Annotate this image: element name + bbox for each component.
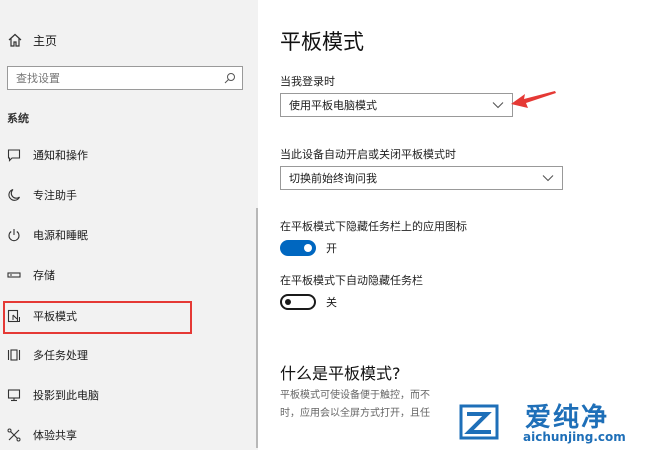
signin-dropdown[interactable]: 使用平板电脑模式 bbox=[280, 93, 513, 117]
sidebar-item-shared-experiences[interactable]: 体验共享 bbox=[7, 425, 77, 445]
sidebar-item-label: 电源和睡眠 bbox=[33, 229, 88, 242]
sidebar-item-notifications[interactable]: 通知和操作 bbox=[7, 145, 88, 165]
moon-icon bbox=[8, 188, 21, 201]
toggle-switch-off[interactable] bbox=[280, 294, 316, 310]
search-icon bbox=[224, 73, 235, 84]
shared-experiences-icon bbox=[7, 428, 21, 442]
sidebar-item-label: 多任务处理 bbox=[33, 349, 88, 362]
signin-value: 使用平板电脑模式 bbox=[289, 99, 377, 112]
red-arrow-annotation bbox=[511, 91, 556, 108]
page-title: 平板模式 bbox=[280, 30, 364, 54]
main-content: 平板模式 当我登录时 使用平板电脑模式 当此设备自动开启或关闭平板模式时 切换前… bbox=[258, 0, 650, 450]
project-icon bbox=[7, 389, 21, 402]
watermark-logo-icon bbox=[459, 404, 499, 440]
storage-icon bbox=[7, 272, 21, 278]
sidebar-item-label: 体验共享 bbox=[33, 429, 77, 442]
autoswitch-label: 当此设备自动开启或关闭平板模式时 bbox=[280, 148, 456, 161]
description-line: 平板模式可使设备便于触控，而不 bbox=[280, 390, 430, 401]
sidebar-item-label: 投影到此电脑 bbox=[33, 389, 99, 402]
sidebar-item-multitasking[interactable]: 多任务处理 bbox=[7, 345, 88, 365]
description-line: 时，应用会以全屏方式打开，且任 bbox=[280, 408, 430, 419]
what-is-heading: 什么是平板模式? bbox=[280, 364, 401, 383]
home-label: 主页 bbox=[33, 33, 58, 48]
toggle-switch-on[interactable] bbox=[280, 240, 316, 256]
chevron-down-icon bbox=[492, 102, 504, 109]
multitasking-icon bbox=[7, 349, 21, 361]
power-icon bbox=[8, 229, 20, 242]
autoswitch-value: 切换前始终询问我 bbox=[289, 172, 377, 185]
sidebar-item-label: 通知和操作 bbox=[33, 149, 88, 162]
signin-label: 当我登录时 bbox=[280, 75, 335, 88]
search-input[interactable] bbox=[14, 70, 224, 86]
notification-icon bbox=[7, 149, 21, 162]
watermark-url: aichunjing.com bbox=[523, 430, 626, 444]
home-icon bbox=[8, 33, 22, 47]
search-box[interactable] bbox=[7, 66, 243, 90]
chevron-down-icon bbox=[542, 175, 554, 182]
hide-icons-label: 在平板模式下隐藏任务栏上的应用图标 bbox=[280, 220, 467, 233]
autohide-state: 关 bbox=[326, 296, 337, 309]
watermark: 爱纯净 aichunjing.com bbox=[453, 397, 650, 450]
nav-home[interactable]: 主页 bbox=[7, 30, 57, 50]
sidebar: 主页 系统 通知和操作 专注助手 电源和睡眠 存储 平板模式 多任务处理 投影到… bbox=[0, 0, 258, 450]
autohide-toggle[interactable]: 关 bbox=[280, 294, 337, 310]
autoswitch-dropdown[interactable]: 切换前始终询问我 bbox=[280, 166, 563, 190]
sidebar-item-storage[interactable]: 存储 bbox=[7, 265, 55, 285]
sidebar-item-focus-assist[interactable]: 专注助手 bbox=[7, 185, 77, 205]
sidebar-item-project[interactable]: 投影到此电脑 bbox=[7, 385, 99, 405]
autohide-label: 在平板模式下自动隐藏任务栏 bbox=[280, 274, 423, 287]
sidebar-item-label: 存储 bbox=[33, 269, 55, 282]
sidebar-item-label: 专注助手 bbox=[33, 189, 77, 202]
hide-icons-toggle[interactable]: 开 bbox=[280, 240, 337, 256]
section-title: 系统 bbox=[7, 112, 29, 125]
selection-highlight-box bbox=[3, 301, 192, 334]
hide-icons-state: 开 bbox=[326, 242, 337, 255]
sidebar-item-power-sleep[interactable]: 电源和睡眠 bbox=[7, 225, 88, 245]
watermark-name: 爱纯净 bbox=[525, 403, 610, 433]
